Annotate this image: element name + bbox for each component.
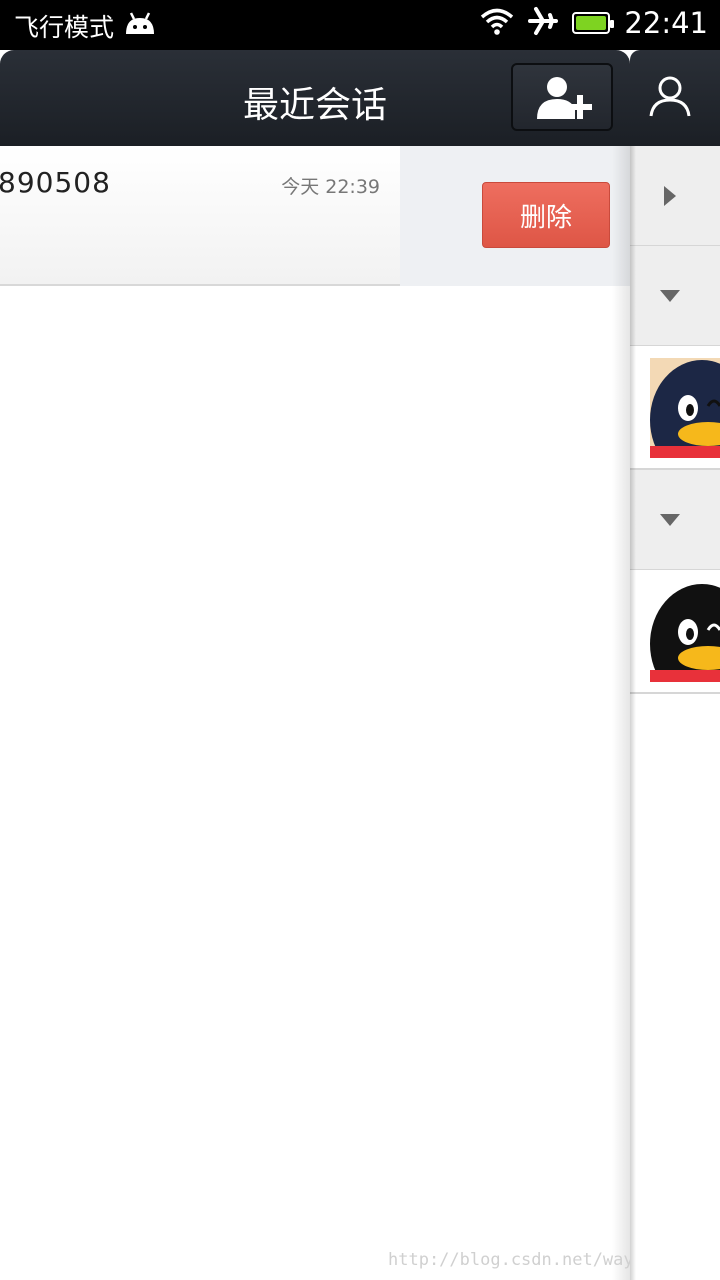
airplane-mode-label: 飞行模式 (14, 13, 115, 42)
group-row[interactable] (630, 246, 720, 346)
android-icon (122, 10, 158, 42)
airplane-icon (528, 6, 559, 40)
swipe-action-area: 删除 (400, 146, 630, 286)
chevron-right-icon (664, 186, 676, 206)
watermark: http://blog.csdn.net/way_ping_li (388, 1250, 630, 1270)
conversation-item[interactable]: 890508 今天 22:39 (0, 146, 400, 286)
contacts-drawer (630, 50, 720, 1280)
qq-penguin-avatar (650, 582, 720, 682)
panel-shadow (612, 146, 630, 1280)
battery-icon (572, 12, 615, 34)
drawer-header[interactable] (630, 50, 720, 146)
group-row[interactable] (630, 146, 720, 246)
drawer-edge-shadow (630, 146, 636, 1280)
add-contact-button[interactable] (511, 63, 613, 131)
delete-button[interactable]: 删除 (482, 182, 610, 248)
group-row[interactable] (630, 470, 720, 570)
qq-penguin-avatar (650, 358, 720, 458)
friend-row[interactable] (630, 570, 720, 694)
friend-row[interactable] (630, 346, 720, 470)
person-icon (649, 76, 691, 117)
status-bar: 飞行模式 22:41 (0, 0, 720, 50)
title-bar: 最近会话 (0, 50, 630, 146)
conversation-row: 890508 今天 22:39 删除 (0, 146, 630, 286)
add-contact-icon (537, 77, 592, 119)
chevron-down-icon (660, 514, 680, 526)
clock: 22:41 (624, 6, 708, 40)
recent-chats-panel: 最近会话 890508 今天 22:39 删除 http://blog.csdn… (0, 50, 630, 1280)
conversation-time: 今天 22:39 (281, 176, 380, 198)
wifi-icon (480, 7, 514, 39)
conversation-name: 890508 (0, 166, 111, 199)
chevron-down-icon (660, 290, 680, 302)
